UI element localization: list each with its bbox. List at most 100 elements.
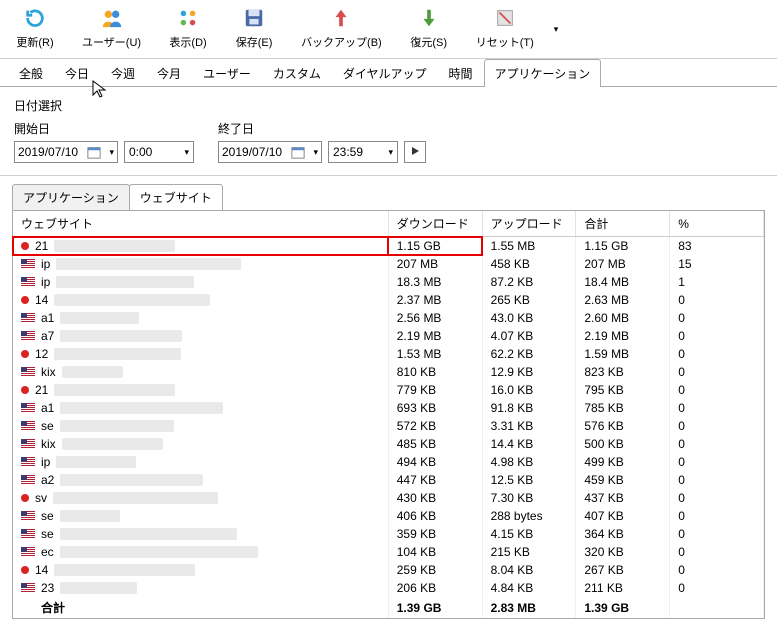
table-row[interactable]: kix810 KB12.9 KB823 KB0 xyxy=(13,363,764,381)
chevron-down-icon: ▾ xyxy=(554,24,559,34)
table-row[interactable]: a2447 KB12.5 KB459 KB0 xyxy=(13,471,764,489)
flag-us-icon xyxy=(21,439,35,449)
save-icon xyxy=(242,6,266,30)
end-date-input[interactable]: 2019/07/10 ▾ xyxy=(218,141,322,163)
column-header[interactable]: ウェブサイト xyxy=(13,211,388,237)
tab-2[interactable]: 今週 xyxy=(100,59,146,87)
red-dot-icon xyxy=(21,242,29,250)
redacted-text xyxy=(54,384,175,396)
subtab-1[interactable]: ウェブサイト xyxy=(129,184,223,210)
column-header[interactable]: アップロード xyxy=(482,211,576,237)
table-row[interactable]: 14259 KB8.04 KB267 KB0 xyxy=(13,561,764,579)
tab-5[interactable]: カスタム xyxy=(262,59,332,87)
go-button[interactable] xyxy=(404,141,426,163)
redacted-text xyxy=(60,546,259,558)
tab-3[interactable]: 今月 xyxy=(146,59,192,87)
period-tabbar: 全般今日今週今月ユーザーカスタムダイヤルアップ時間アプリケーション xyxy=(0,59,777,87)
tab-4[interactable]: ユーザー xyxy=(192,59,262,87)
flag-us-icon xyxy=(21,457,35,467)
flag-us-icon xyxy=(21,475,35,485)
table-row[interactable]: ip207 MB458 KB207 MB15 xyxy=(13,255,764,273)
table-row[interactable]: 23206 KB4.84 KB211 KB0 xyxy=(13,579,764,597)
table-row[interactable]: 142.37 MB265 KB2.63 MB0 xyxy=(13,291,764,309)
redacted-text xyxy=(60,528,237,540)
column-header[interactable]: 合計 xyxy=(576,211,670,237)
chevron-down-icon: ▾ xyxy=(109,147,114,158)
table-row[interactable]: 211.15 GB1.55 MB1.15 GB83 xyxy=(13,237,764,256)
column-header[interactable]: % xyxy=(670,211,764,237)
calendar-icon xyxy=(290,144,306,160)
table-row[interactable]: ip18.3 MB87.2 KB18.4 MB1 xyxy=(13,273,764,291)
arrow-down-icon xyxy=(417,6,441,30)
table-row[interactable]: 121.53 MB62.2 KB1.59 MB0 xyxy=(13,345,764,363)
end-date-label: 終了日 xyxy=(218,120,426,137)
table-row[interactable]: a72.19 MB4.07 KB2.19 MB0 xyxy=(13,327,764,345)
redacted-text xyxy=(60,312,139,324)
table-row[interactable]: kix485 KB14.4 KB500 KB0 xyxy=(13,435,764,453)
refresh-button[interactable]: 更新(R) xyxy=(8,4,62,52)
view-icon xyxy=(176,6,200,30)
redacted-text xyxy=(54,564,195,576)
subtab-0[interactable]: アプリケーション xyxy=(12,184,130,210)
calendar-icon xyxy=(86,144,102,160)
redacted-text xyxy=(54,240,175,252)
user-button[interactable]: ユーザー(U) xyxy=(74,4,149,52)
red-dot-icon xyxy=(21,350,29,358)
table-row[interactable]: sv430 KB7.30 KB437 KB0 xyxy=(13,489,764,507)
flag-us-icon xyxy=(21,313,35,323)
flag-us-icon xyxy=(21,511,35,521)
flag-us-icon xyxy=(21,259,35,269)
red-dot-icon xyxy=(21,494,29,502)
tab-7[interactable]: 時間 xyxy=(438,59,484,87)
flag-us-icon xyxy=(21,529,35,539)
tab-8[interactable]: アプリケーション xyxy=(484,59,602,87)
table-row[interactable]: se406 KB288 bytes407 KB0 xyxy=(13,507,764,525)
view-button[interactable]: 表示(D) xyxy=(161,4,215,52)
redacted-text xyxy=(56,258,241,270)
table-row[interactable]: 21779 KB16.0 KB795 KB0 xyxy=(13,381,764,399)
flag-us-icon xyxy=(21,367,35,377)
flag-us-icon xyxy=(21,583,35,593)
start-date-input[interactable]: 2019/07/10 ▾ xyxy=(14,141,118,163)
tab-1[interactable]: 今日 xyxy=(54,59,100,87)
table-row[interactable]: ec104 KB215 KB320 KB0 xyxy=(13,543,764,561)
chevron-down-icon: ▾ xyxy=(313,147,318,158)
flag-us-icon xyxy=(21,421,35,431)
redacted-text xyxy=(62,438,163,450)
start-date-label: 開始日 xyxy=(14,120,194,137)
tab-0[interactable]: 全般 xyxy=(8,59,54,87)
play-icon xyxy=(410,145,420,159)
redacted-text xyxy=(56,456,135,468)
restore-button[interactable]: 復元(S) xyxy=(402,4,456,52)
reset-icon xyxy=(493,6,517,30)
reset-button[interactable]: リセット(T) xyxy=(468,4,542,52)
total-row: 合計1.39 GB2.83 MB1.39 GB xyxy=(13,597,764,618)
website-table: ウェブサイトダウンロードアップロード合計% 211.15 GB1.55 MB1.… xyxy=(12,210,765,619)
end-time-select[interactable]: 23:59 ▾ xyxy=(328,141,398,163)
start-time-select[interactable]: 0:00 ▾ xyxy=(124,141,194,163)
date-panel: 日付選択 開始日 2019/07/10 ▾ 0:00 ▾ 終了日 xyxy=(0,87,777,176)
flag-us-icon xyxy=(21,331,35,341)
users-icon xyxy=(100,6,124,30)
table-row[interactable]: se359 KB4.15 KB364 KB0 xyxy=(13,525,764,543)
flag-us-icon xyxy=(21,277,35,287)
chevron-down-icon: ▾ xyxy=(388,147,393,158)
column-header[interactable]: ダウンロード xyxy=(388,211,482,237)
redacted-text xyxy=(60,420,175,432)
backup-button[interactable]: バックアップ(B) xyxy=(293,4,390,52)
redacted-text xyxy=(53,492,218,504)
refresh-icon xyxy=(23,6,47,30)
table-row[interactable]: a1693 KB91.8 KB785 KB0 xyxy=(13,399,764,417)
save-button[interactable]: 保存(E) xyxy=(227,4,281,52)
red-dot-icon xyxy=(21,296,29,304)
table-row[interactable]: a12.56 MB43.0 KB2.60 MB0 xyxy=(13,309,764,327)
tab-6[interactable]: ダイヤルアップ xyxy=(332,59,438,87)
redacted-text xyxy=(54,294,209,306)
redacted-text xyxy=(60,402,223,414)
date-panel-title: 日付選択 xyxy=(14,97,763,114)
red-dot-icon xyxy=(21,566,29,574)
toolbar-overflow[interactable]: ▾ xyxy=(554,21,564,35)
table-row[interactable]: ip494 KB4.98 KB499 KB0 xyxy=(13,453,764,471)
table-row[interactable]: se572 KB3.31 KB576 KB0 xyxy=(13,417,764,435)
redacted-text xyxy=(54,348,181,360)
